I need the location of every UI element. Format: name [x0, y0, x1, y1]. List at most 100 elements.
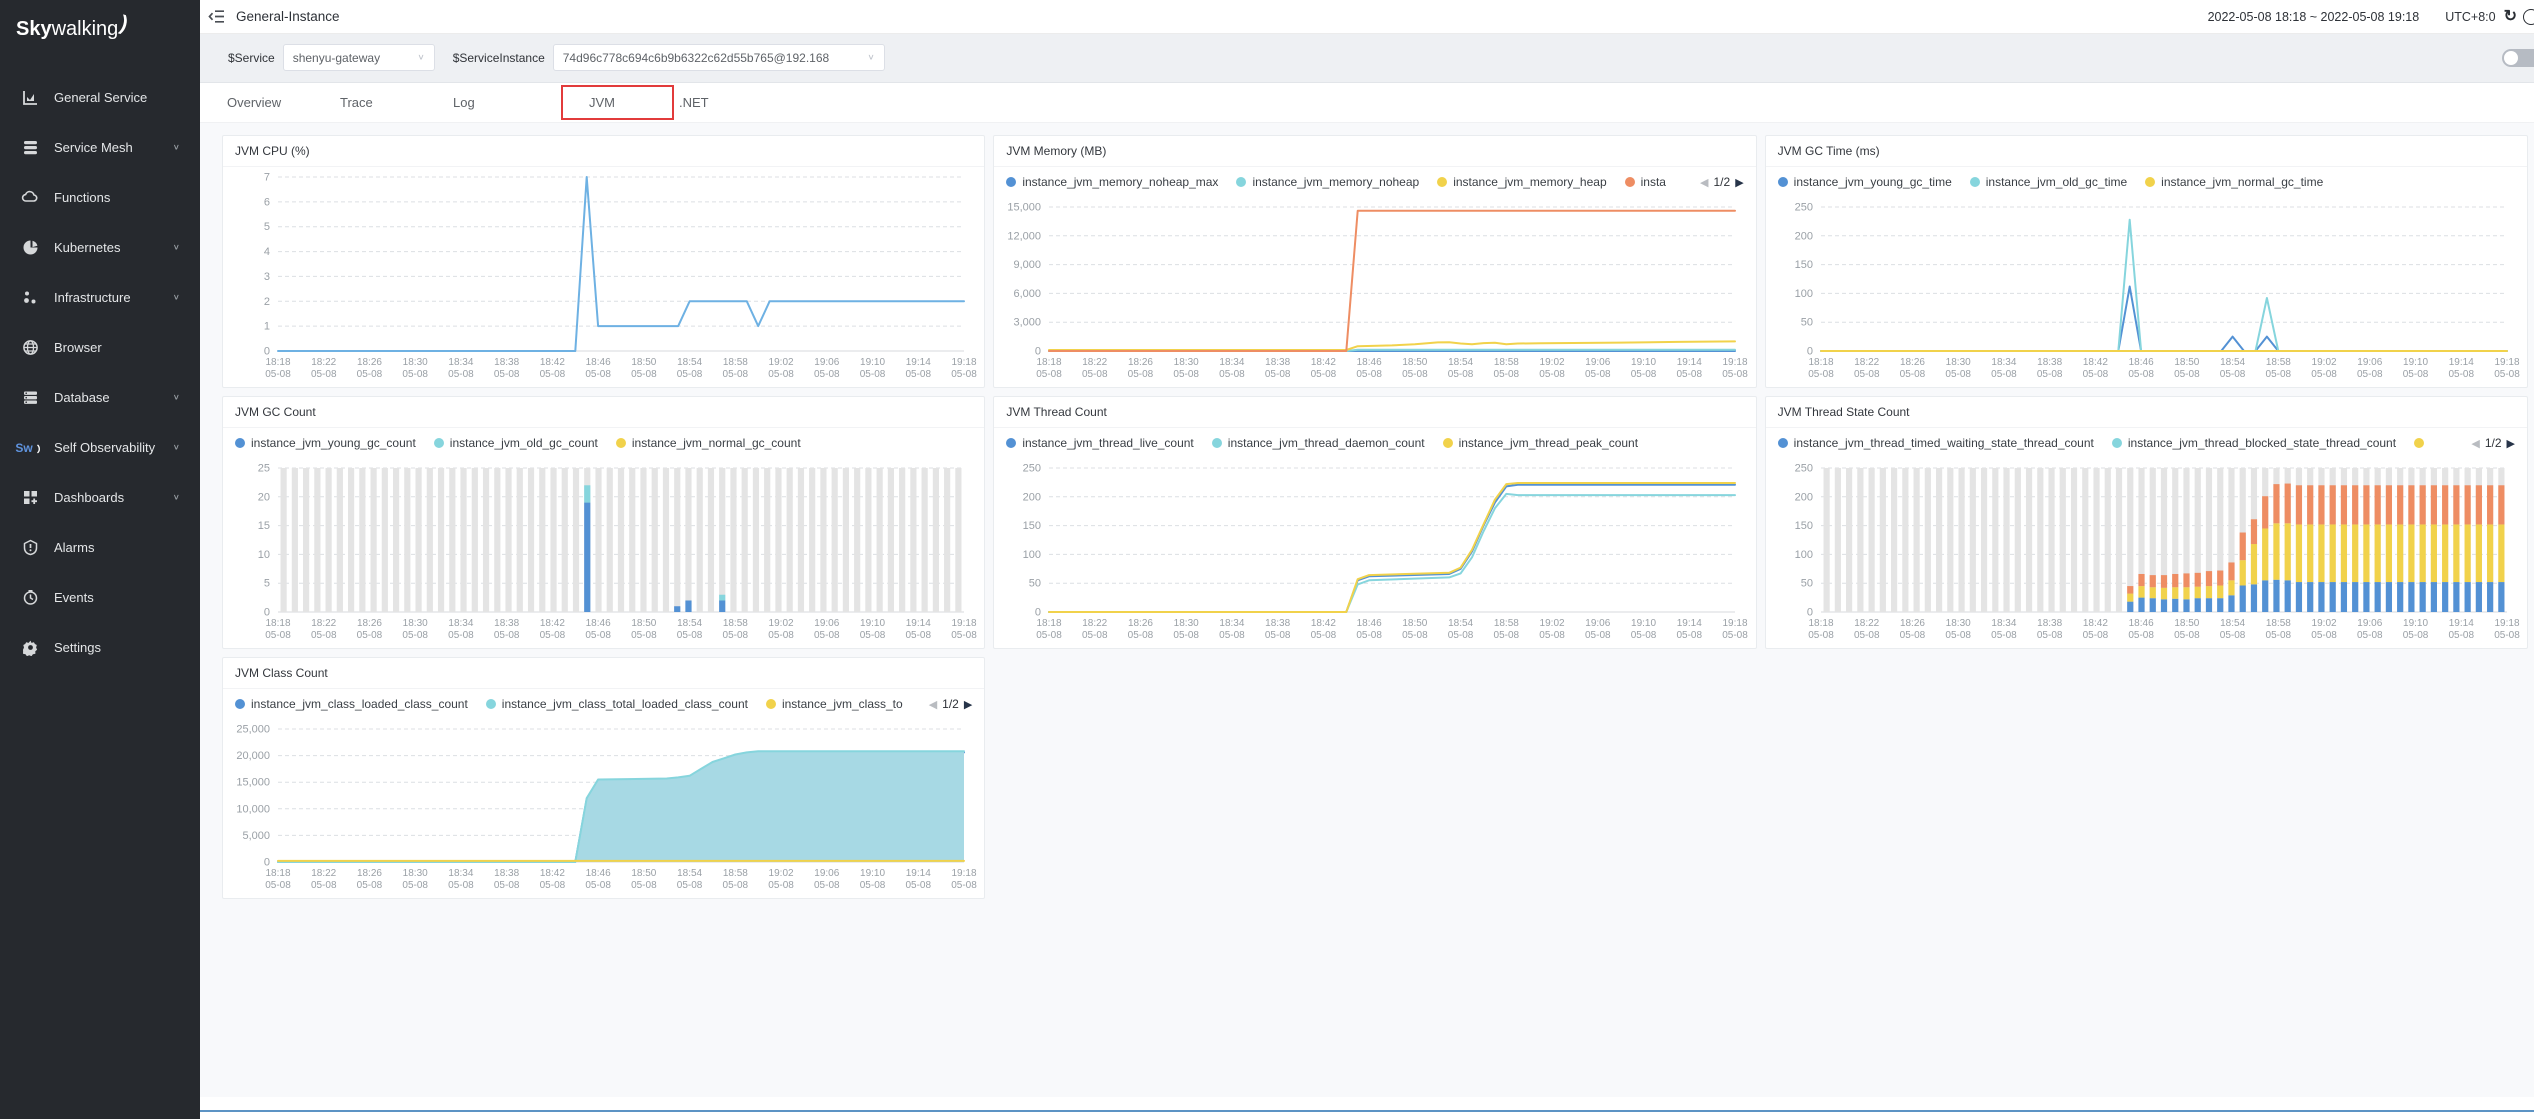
sidebar-item-database[interactable]: Database ∨	[0, 372, 200, 422]
tab-jvm[interactable]: JVM	[561, 85, 674, 120]
tabs-bar: Overview Trace Log JVM .NET	[200, 83, 2534, 123]
svg-text:05-08: 05-08	[265, 630, 291, 641]
svg-text:19:14: 19:14	[906, 618, 931, 629]
tab-trace[interactable]: Trace	[335, 83, 448, 123]
legend-item[interactable]: instance_jvm_thread_blocked_state_thread…	[2112, 436, 2396, 450]
jvm-gc-count-chart[interactable]: 051015202518:1805-0818:2205-0818:2605-08…	[223, 458, 984, 648]
tab-overview[interactable]: Overview	[222, 83, 335, 123]
service-select[interactable]: shenyu-gateway ∨	[283, 44, 435, 71]
legend-item[interactable]: instance_jvm_memory_heap	[1437, 175, 1606, 189]
sidebar-item-events[interactable]: Events	[0, 572, 200, 622]
svg-text:05-08: 05-08	[1357, 630, 1383, 641]
legend-next-icon[interactable]: ▶	[2507, 437, 2515, 450]
svg-text:18:58: 18:58	[1494, 618, 1519, 629]
chart-card-jvm-thread-state-count: JVM Thread State Count instance_jvm_thre…	[1765, 396, 2528, 649]
svg-text:05-08: 05-08	[1357, 369, 1383, 380]
svg-text:18:26: 18:26	[357, 357, 382, 368]
sidebar-item-functions[interactable]: Functions	[0, 172, 200, 222]
chart-canvas: 05010015020025018:1805-0818:2205-0818:26…	[1766, 458, 2527, 648]
legend-item[interactable]: instance_jvm_thread_live_count	[1006, 436, 1193, 450]
cloud-icon	[21, 188, 39, 206]
legend-item[interactable]: instance_jvm_thread_timed_waiting_state_…	[1778, 436, 2094, 450]
svg-text:18:34: 18:34	[448, 868, 473, 879]
legend-item[interactable]: instance_jvm_class_loaded_class_count	[235, 697, 468, 711]
svg-text:05-08: 05-08	[1037, 369, 1063, 380]
jvm-memory-chart[interactable]: 03,0006,0009,00012,00015,00018:1805-0818…	[994, 197, 1755, 387]
service-label: $Service	[228, 51, 275, 65]
svg-text:19:14: 19:14	[2448, 357, 2473, 368]
legend-prev-icon[interactable]: ◀	[2471, 437, 2479, 450]
svg-text:19:02: 19:02	[769, 868, 794, 879]
svg-text:19:06: 19:06	[2357, 618, 2382, 629]
legend-item[interactable]: instance_jvm_memory_noheap	[1236, 175, 1419, 189]
legend-item[interactable]: instance_jvm_thread_peak_count	[1443, 436, 1638, 450]
legend-next-icon[interactable]: ▶	[964, 698, 972, 711]
legend-item[interactable]: instance_jvm_young_gc_time	[1778, 175, 1952, 189]
jvm-thread-count-chart[interactable]: 05010015020025018:1805-0818:2205-0818:26…	[994, 458, 1755, 648]
jvm-thread-state-count-chart[interactable]: 05010015020025018:1805-0818:2205-0818:26…	[1766, 458, 2527, 648]
svg-text:18:22: 18:22	[1083, 618, 1108, 629]
svg-text:18:26: 18:26	[1128, 357, 1153, 368]
sidebar-item-alarms[interactable]: Alarms	[0, 522, 200, 572]
svg-text:18:26: 18:26	[357, 618, 382, 629]
legend-dot-icon	[434, 438, 444, 448]
svg-text:15: 15	[258, 520, 270, 532]
view-toggle[interactable]	[2502, 49, 2534, 67]
svg-text:05-08: 05-08	[1945, 630, 1971, 641]
svg-text:05-08: 05-08	[1540, 369, 1566, 380]
legend-dot-icon	[235, 699, 245, 709]
skywalking-logo[interactable]: Skywalking)	[0, 0, 200, 58]
chart-card-jvm-cpu: JVM CPU (%) 0123456718:1805-0818:2205-08…	[222, 135, 985, 388]
legend-item[interactable]	[2414, 438, 2430, 448]
svg-text:05-08: 05-08	[402, 630, 428, 641]
legend-item[interactable]: instance_jvm_normal_gc_count	[616, 436, 801, 450]
tab-dotnet[interactable]: .NET	[674, 83, 787, 123]
legend-item[interactable]: instance_jvm_class_total_loaded_class_co…	[486, 697, 748, 711]
sidebar-item-general-service[interactable]: General Service	[0, 72, 200, 122]
legend-item[interactable]: insta	[1625, 175, 1666, 189]
svg-text:18:50: 18:50	[631, 868, 656, 879]
svg-text:250: 250	[1023, 463, 1041, 475]
svg-text:19:18: 19:18	[1723, 357, 1748, 368]
svg-text:19:14: 19:14	[906, 868, 931, 879]
sidebar-item-browser[interactable]: Browser	[0, 322, 200, 372]
jvm-gc-time-chart[interactable]: 05010015020025018:1805-0818:2205-0818:26…	[1766, 197, 2527, 387]
legend-next-icon[interactable]: ▶	[1735, 176, 1743, 189]
svg-text:0: 0	[1807, 607, 1813, 619]
legend-item[interactable]: instance_jvm_old_gc_count	[434, 436, 598, 450]
svg-text:05-08: 05-08	[1723, 369, 1749, 380]
legend-prev-icon[interactable]: ◀	[1700, 176, 1708, 189]
svg-text:05-08: 05-08	[2128, 369, 2154, 380]
sidebar-item-infrastructure[interactable]: Infrastructure ∨	[0, 272, 200, 322]
svg-text:18:18: 18:18	[1037, 357, 1062, 368]
sidebar-item-service-mesh[interactable]: Service Mesh ∨	[0, 122, 200, 172]
sidebar-item-self-observability[interactable]: Sw﹚ Self Observability ∨	[0, 422, 200, 472]
legend-item[interactable]: instance_jvm_normal_gc_time	[2145, 175, 2323, 189]
legend-item[interactable]: instance_jvm_class_to	[766, 697, 903, 711]
sidebar-item-settings[interactable]: Settings	[0, 622, 200, 672]
sidebar-item-kubernetes[interactable]: Kubernetes ∨	[0, 222, 200, 272]
auto-refresh-icon[interactable]	[2523, 9, 2534, 25]
legend-item[interactable]: instance_jvm_thread_daemon_count	[1212, 436, 1425, 450]
svg-text:05-08: 05-08	[2174, 630, 2200, 641]
sidebar-item-label: Service Mesh	[54, 140, 133, 155]
legend-item[interactable]: instance_jvm_old_gc_time	[1970, 175, 2127, 189]
chart-legend: instance_jvm_class_loaded_class_count ins…	[223, 689, 984, 719]
svg-text:150: 150	[1794, 259, 1812, 271]
chart-grid: JVM CPU (%) 0123456718:1805-0818:2205-08…	[222, 135, 2528, 899]
svg-text:18:34: 18:34	[448, 618, 473, 629]
sidebar-item-dashboards[interactable]: Dashboards ∨	[0, 472, 200, 522]
legend-prev-icon[interactable]: ◀	[929, 698, 937, 711]
legend-item[interactable]: instance_jvm_memory_noheap_max	[1006, 175, 1218, 189]
time-range-picker[interactable]: 2022-05-08 18:18 ~ 2022-05-08 19:18	[2208, 10, 2420, 24]
svg-text:05-08: 05-08	[311, 369, 337, 380]
svg-text:05-08: 05-08	[1677, 630, 1703, 641]
svg-text:0: 0	[264, 607, 270, 619]
jvm-cpu-chart[interactable]: 0123456718:1805-0818:2205-0818:2605-0818…	[223, 167, 984, 387]
legend-item[interactable]: instance_jvm_young_gc_count	[235, 436, 416, 450]
jvm-class-count-chart[interactable]: 05,00010,00015,00020,00025,00018:1805-08…	[223, 719, 984, 898]
refresh-icon[interactable]: ↻	[2504, 9, 2517, 25]
tab-log[interactable]: Log	[448, 83, 561, 123]
collapse-sidebar-icon[interactable]	[208, 9, 226, 24]
service-instance-select[interactable]: 74d96c778c694c6b9b6322c62d55b765@192.168…	[553, 44, 885, 71]
